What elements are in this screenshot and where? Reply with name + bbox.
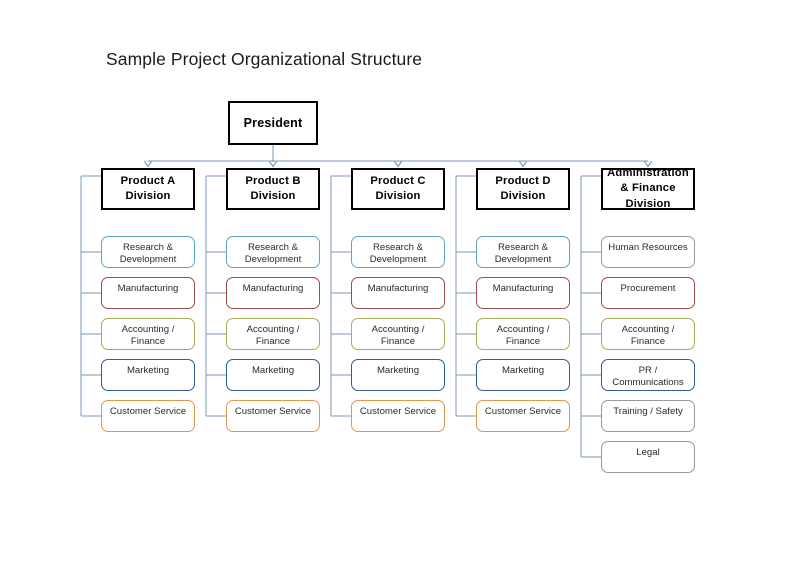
- division-node-administration-finance-label: Administration & Finance Division: [607, 167, 689, 210]
- sub-node-product-b-4[interactable]: Customer Service: [226, 400, 320, 432]
- sub-node-product-b-1-label: Manufacturing: [242, 283, 304, 294]
- sub-node-product-d-3[interactable]: Marketing: [476, 359, 570, 391]
- sub-node-product-a-3-label: Marketing: [126, 365, 170, 376]
- org-chart-canvas: Sample Project Organizational Structure …: [0, 0, 800, 565]
- sub-node-administration-finance-1-label: Procurement: [620, 283, 676, 294]
- division-node-product-a[interactable]: Product A Division: [101, 168, 195, 210]
- sub-node-product-d-1[interactable]: Manufacturing: [476, 277, 570, 309]
- sub-node-product-a-3[interactable]: Marketing: [101, 359, 195, 391]
- sub-node-administration-finance-5[interactable]: Legal: [601, 441, 695, 473]
- sub-node-product-c-1[interactable]: Manufacturing: [351, 277, 445, 309]
- sub-node-product-b-2[interactable]: Accounting / Finance: [226, 318, 320, 350]
- sub-node-product-d-2[interactable]: Accounting / Finance: [476, 318, 570, 350]
- division-node-product-d[interactable]: Product D Division: [476, 168, 570, 210]
- sub-node-product-a-4-label: Customer Service: [109, 406, 187, 417]
- sub-node-product-b-4-label: Customer Service: [234, 406, 312, 417]
- division-node-administration-finance[interactable]: Administration & Finance Division: [601, 167, 695, 210]
- sub-node-product-c-2[interactable]: Accounting / Finance: [351, 318, 445, 350]
- division-node-product-d-label: Product D Division: [495, 174, 551, 202]
- sub-node-product-c-4-label: Customer Service: [359, 406, 437, 417]
- sub-node-administration-finance-0-label: Human Resources: [608, 242, 688, 253]
- division-node-product-b-label: Product B Division: [245, 174, 301, 202]
- sub-node-product-d-4-label: Customer Service: [484, 406, 562, 417]
- sub-node-product-c-3-label: Marketing: [376, 365, 420, 376]
- sub-node-product-a-4[interactable]: Customer Service: [101, 400, 195, 432]
- sub-node-product-d-0[interactable]: Research & Development: [476, 236, 570, 268]
- sub-node-product-b-2-label: Accounting / Finance: [246, 324, 300, 348]
- sub-node-product-a-2[interactable]: Accounting / Finance: [101, 318, 195, 350]
- sub-node-product-a-1[interactable]: Manufacturing: [101, 277, 195, 309]
- sub-node-product-b-3[interactable]: Marketing: [226, 359, 320, 391]
- sub-node-product-c-2-label: Accounting / Finance: [371, 324, 425, 348]
- sub-node-product-a-2-label: Accounting / Finance: [121, 324, 175, 348]
- sub-node-product-a-0[interactable]: Research & Development: [101, 236, 195, 268]
- sub-node-administration-finance-4-label: Training / Safety: [613, 406, 683, 417]
- sub-node-administration-finance-3[interactable]: PR / Communications: [601, 359, 695, 391]
- sub-node-product-a-1-label: Manufacturing: [117, 283, 179, 294]
- division-node-product-c[interactable]: Product C Division: [351, 168, 445, 210]
- president-node-label: President: [243, 116, 303, 130]
- sub-node-product-d-0-label: Research & Development: [494, 242, 552, 266]
- sub-node-administration-finance-4[interactable]: Training / Safety: [601, 400, 695, 432]
- sub-node-administration-finance-3-label: PR / Communications: [612, 365, 684, 389]
- sub-node-product-b-3-label: Marketing: [251, 365, 295, 376]
- sub-node-administration-finance-2[interactable]: Accounting / Finance: [601, 318, 695, 350]
- sub-node-administration-finance-2-label: Accounting / Finance: [621, 324, 675, 348]
- sub-node-product-c-3[interactable]: Marketing: [351, 359, 445, 391]
- sub-node-product-a-0-label: Research & Development: [119, 242, 177, 266]
- sub-node-product-d-4[interactable]: Customer Service: [476, 400, 570, 432]
- division-node-product-a-label: Product A Division: [120, 174, 176, 202]
- sub-node-product-c-4[interactable]: Customer Service: [351, 400, 445, 432]
- sub-node-administration-finance-1[interactable]: Procurement: [601, 277, 695, 309]
- sub-node-administration-finance-0[interactable]: Human Resources: [601, 236, 695, 268]
- sub-node-product-d-2-label: Accounting / Finance: [496, 324, 550, 348]
- sub-node-product-c-1-label: Manufacturing: [367, 283, 429, 294]
- sub-node-product-d-1-label: Manufacturing: [492, 283, 554, 294]
- page-title: Sample Project Organizational Structure: [106, 49, 423, 69]
- sub-node-administration-finance-5-label: Legal: [636, 447, 660, 458]
- sub-node-product-b-0[interactable]: Research & Development: [226, 236, 320, 268]
- sub-node-product-b-0-label: Research & Development: [244, 242, 302, 266]
- division-node-product-b[interactable]: Product B Division: [226, 168, 320, 210]
- sub-node-product-d-3-label: Marketing: [501, 365, 545, 376]
- president-node[interactable]: President: [228, 101, 318, 145]
- sub-node-product-c-0-label: Research & Development: [369, 242, 427, 266]
- division-node-product-c-label: Product C Division: [370, 174, 426, 202]
- sub-node-product-c-0[interactable]: Research & Development: [351, 236, 445, 268]
- sub-node-product-b-1[interactable]: Manufacturing: [226, 277, 320, 309]
